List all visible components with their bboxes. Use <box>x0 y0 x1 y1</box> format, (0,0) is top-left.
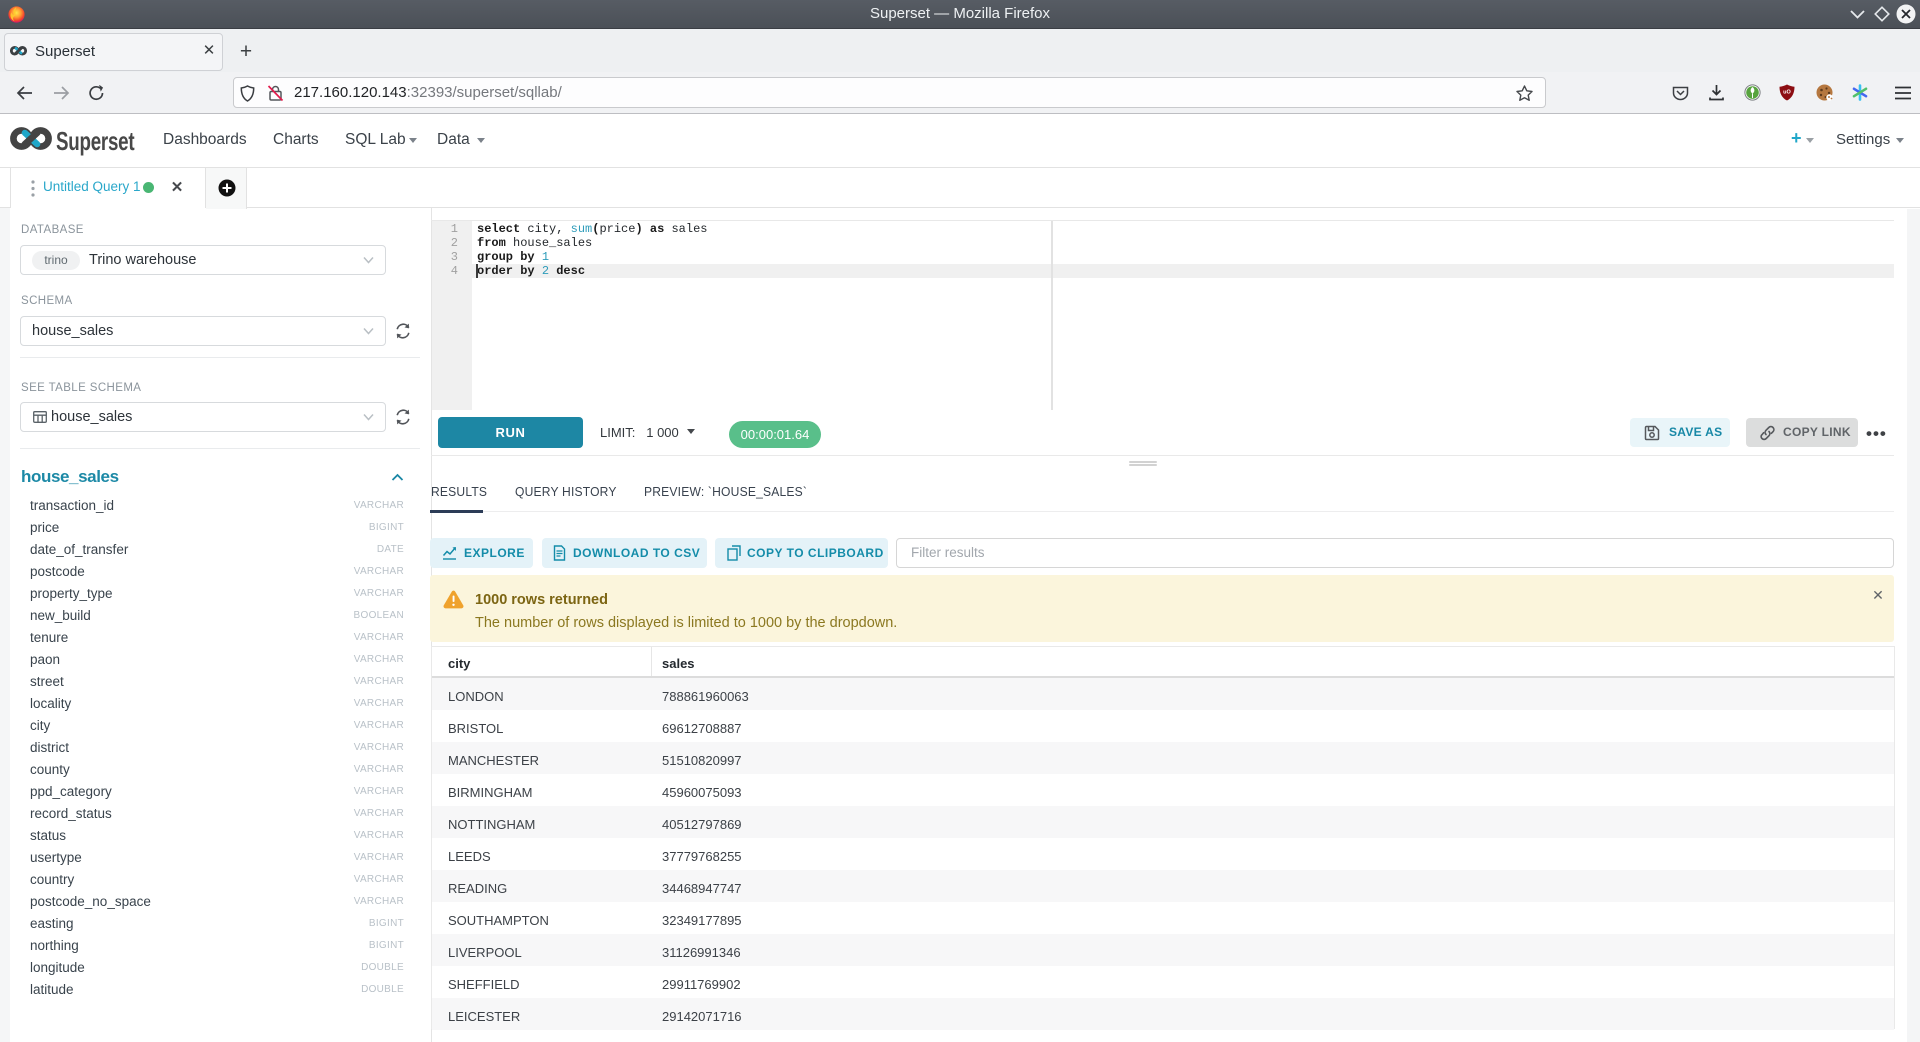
svg-text:uO: uO <box>1783 90 1791 96</box>
